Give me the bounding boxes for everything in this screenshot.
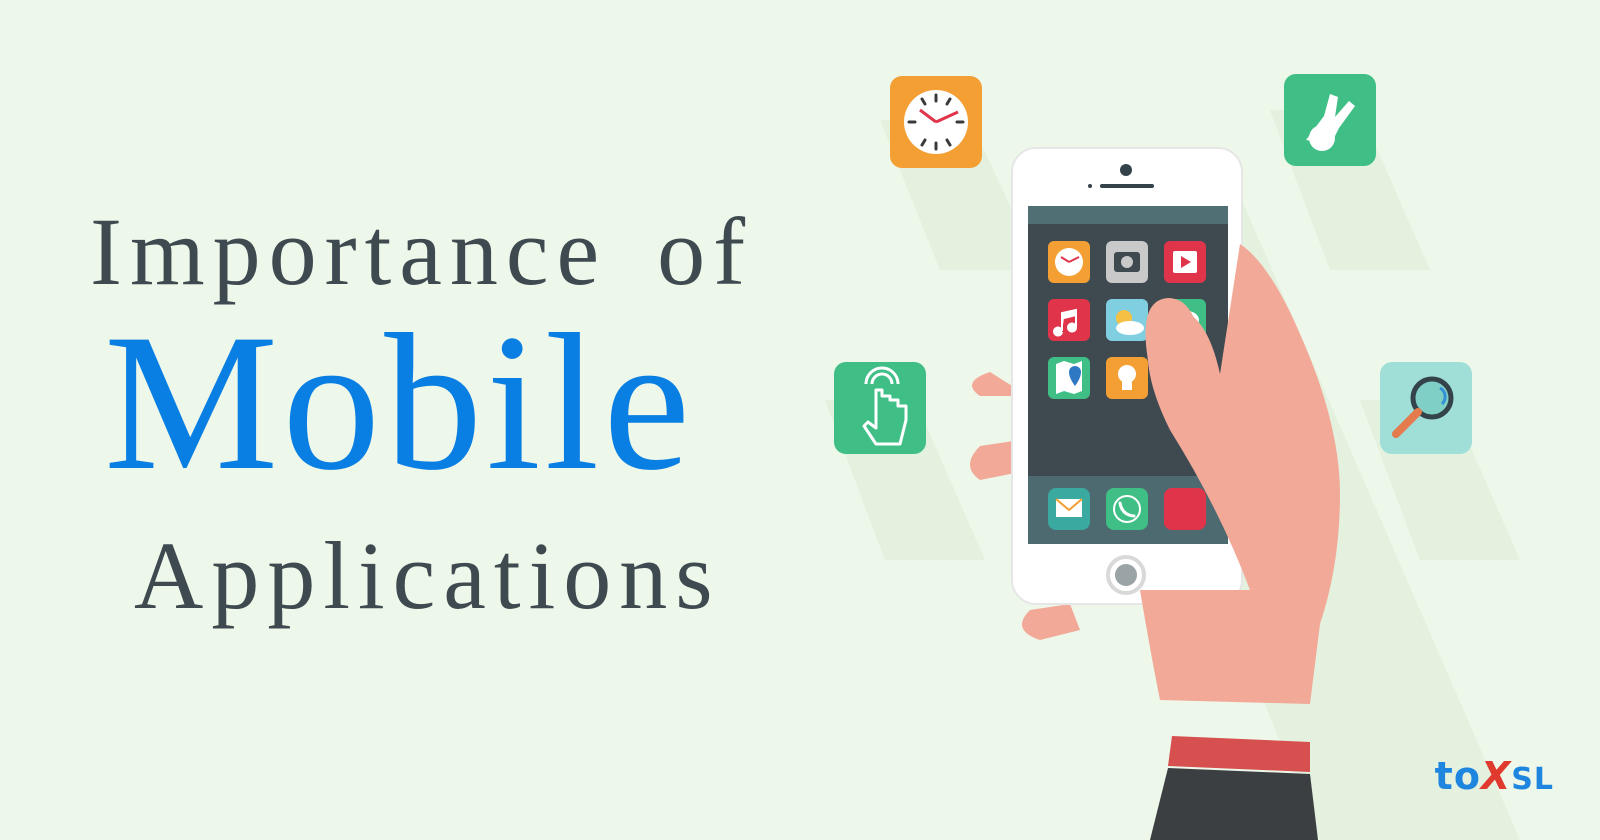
illustration: [825, 74, 1520, 840]
sleeve: [1150, 768, 1318, 840]
hand-gesture-icon: [1284, 74, 1376, 166]
touch-icon: [834, 362, 926, 454]
clock-icon: [890, 76, 982, 168]
magnifier-icon: [1380, 362, 1472, 454]
app-extra-icon: [1164, 488, 1206, 530]
sleeve-cuff: [1168, 736, 1310, 772]
toxsl-logo: toXSL: [1434, 754, 1554, 798]
app-phone-icon: [1106, 488, 1148, 530]
